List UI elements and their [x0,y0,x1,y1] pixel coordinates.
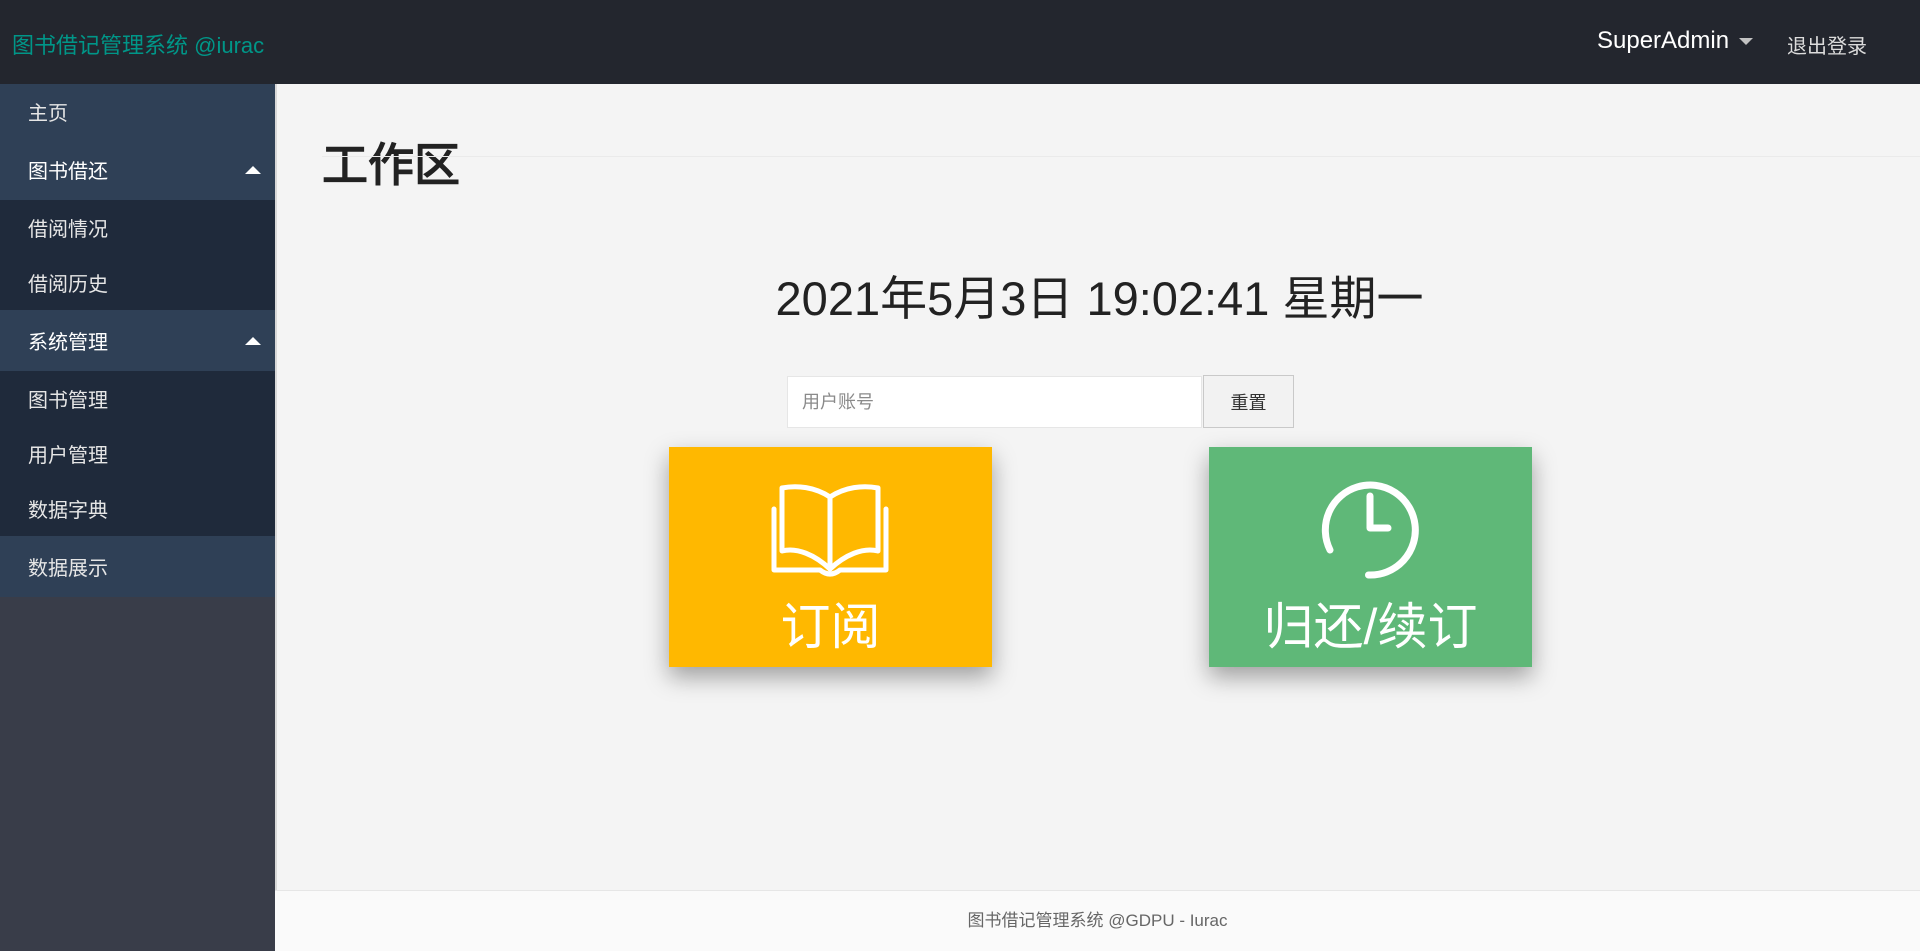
reset-button[interactable]: 重置 [1203,375,1294,428]
sidebar-item-home[interactable]: 主页 [0,84,275,139]
page-title: 工作区 [322,139,460,191]
app-brand[interactable]: 图书借记管理系统 @iurac [12,28,264,60]
sidebar-submenu-borrow-return: 借阅情况 借阅历史 [0,200,275,310]
top-navbar: 图书借记管理系统 @iurac SuperAdmin 退出登录 [0,0,1920,84]
sidebar-item-data-display[interactable]: 数据展示 [0,536,275,597]
title-divider [322,156,1920,157]
sidebar-group-label: 系统管理 [28,332,108,354]
datetime-display: 2021年5月3日 19:02:41 星期一 [775,272,1424,325]
user-name: SuperAdmin [1597,27,1730,54]
clock-icon [1321,481,1419,579]
subscribe-label: 订阅 [780,599,881,655]
sidebar-item-book-management[interactable]: 图书管理 [0,371,275,426]
sidebar-group-borrow-return[interactable]: 图书借还 [0,139,275,200]
logout-link[interactable]: 退出登录 [1787,30,1867,59]
open-book-icon [771,484,889,577]
return-renew-label: 归还/续订 [1263,599,1478,655]
footer: 图书借记管理系统 @GDPU - Iurac [275,890,1920,951]
sidebar-item-borrow-history[interactable]: 借阅历史 [0,255,275,310]
account-search-input[interactable] [787,376,1202,428]
sidebar-item-data-dictionary[interactable]: 数据字典 [0,481,275,536]
sidebar-item-borrow-status[interactable]: 借阅情况 [0,200,275,255]
subscribe-tile[interactable]: 订阅 [669,447,992,667]
caret-up-icon [245,166,261,174]
caret-up-icon [245,337,261,345]
user-menu[interactable]: SuperAdmin [1597,27,1754,55]
workspace: 工作区 2021年5月3日 19:02:41 星期一 重置 订阅 归还/续订 [275,84,1920,890]
return-renew-tile[interactable]: 归还/续订 [1209,447,1532,667]
sidebar-submenu-system-management: 图书管理 用户管理 数据字典 [0,371,275,536]
sidebar: 主页 图书借还 借阅情况 借阅历史 系统管理 图书管理 用户管理 数据字典 数据… [0,84,275,951]
chevron-down-icon [1739,37,1754,45]
sidebar-item-user-management[interactable]: 用户管理 [0,426,275,481]
sidebar-group-system-management[interactable]: 系统管理 [0,310,275,371]
sidebar-group-label: 图书借还 [28,161,108,183]
